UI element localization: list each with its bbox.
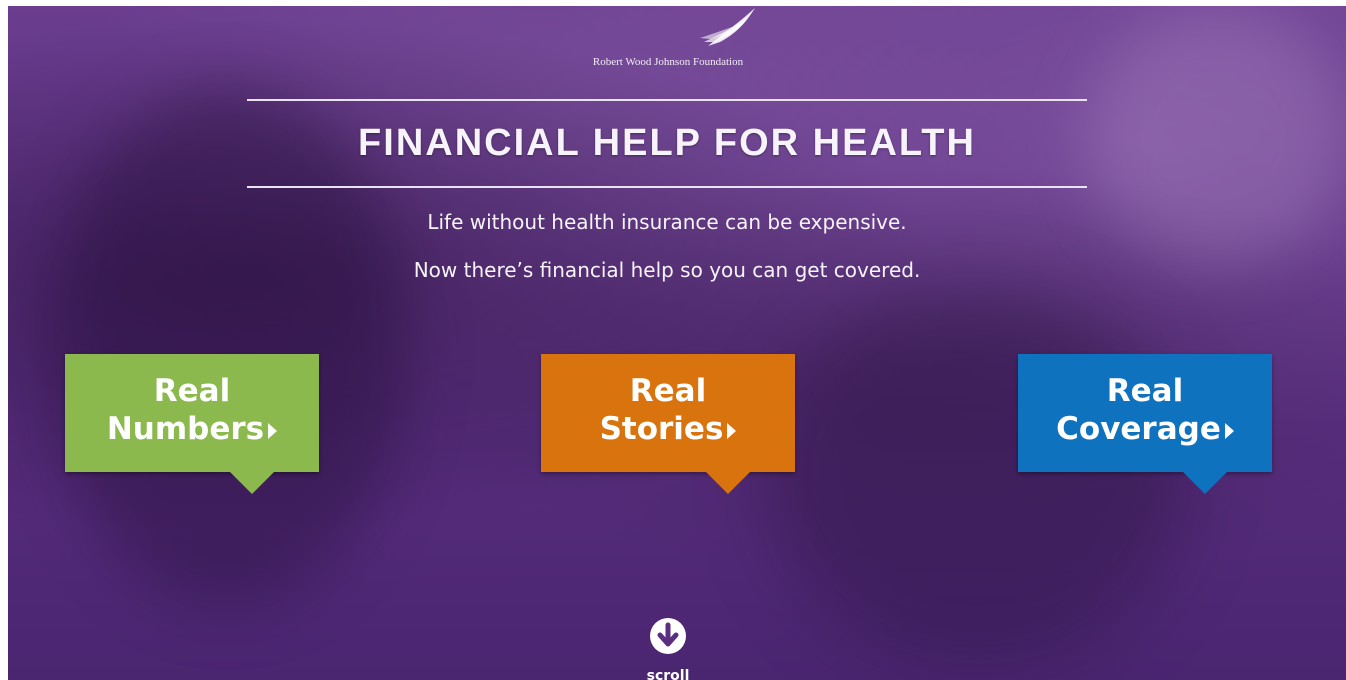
background-figure [768,286,1188,666]
button-label-line2: Numbers [106,411,265,447]
button-label-line2: Coverage [1056,411,1221,447]
logo-text: Robert Wood Johnson Foundation [592,56,744,68]
wing-logo-icon [700,8,755,46]
real-coverage-button[interactable]: Real Coverage [1018,354,1272,494]
caret-right-icon [727,422,737,439]
button-label-line2: Stories [599,411,724,447]
callout-notch [706,472,750,494]
real-stories-button[interactable]: Real Stories [541,354,795,494]
scroll-label: scroll [646,668,690,680]
subtitle-line-2: Now there’s financial help so you can ge… [413,258,921,282]
background-window [1088,6,1346,266]
callout-notch [230,472,274,494]
real-numbers-button[interactable]: Real Numbers [65,354,319,494]
button-label-line1: Real [1106,373,1184,409]
page-title: FINANCIAL HELP FOR HEALTH [358,122,976,164]
caret-right-icon [1224,422,1234,439]
rwjf-logo[interactable]: Robert Wood Johnson Foundation [568,6,768,70]
caret-right-icon [268,422,278,439]
scroll-indicator[interactable]: scroll [647,616,689,680]
button-label-line1: Real [153,373,231,409]
arrow-down-circle-icon[interactable] [648,616,688,656]
callout-notch [1183,472,1227,494]
top-divider [247,99,1087,101]
hero-section: Robert Wood Johnson Foundation FINANCIAL… [8,6,1346,680]
subtitle-line-1: Life without health insurance can be exp… [427,210,907,234]
bottom-divider [247,186,1087,188]
button-label-line1: Real [629,373,707,409]
